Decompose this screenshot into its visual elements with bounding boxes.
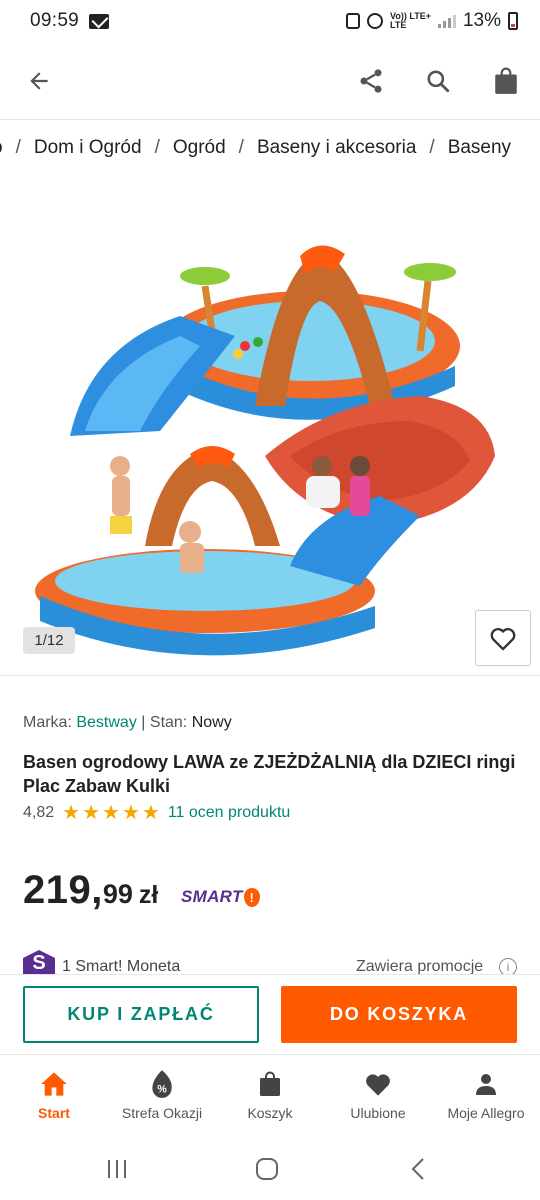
breadcrumb-item[interactable]: Ogród — [173, 137, 226, 159]
discount-icon: % — [147, 1069, 177, 1099]
smart-exclamation-icon: ! — [243, 887, 260, 907]
nav-ulubione[interactable]: Ulubione — [324, 1055, 432, 1136]
price-fraction: 99 — [102, 879, 133, 909]
info-icon[interactable]: i — [499, 958, 517, 974]
status-icons: Vo)) LTE+ LTE 13% — [346, 10, 518, 32]
brand-label: Marka: — [23, 714, 72, 731]
promotions-text[interactable]: Zawiera promocje — [356, 958, 483, 974]
add-to-cart-button[interactable]: DO KOSZYKA — [281, 986, 517, 1043]
heart-icon — [490, 627, 516, 651]
shopping-bag-icon[interactable] — [489, 64, 523, 98]
star-icon: ★ — [62, 802, 81, 824]
search-icon[interactable] — [421, 64, 455, 98]
svg-text:%: % — [157, 1084, 167, 1096]
promo-row: S 1 Smart! Moneta Zawiera promocje i — [0, 948, 540, 974]
star-icon: ★ — [102, 802, 120, 824]
product-price: 219, 99 zł — [23, 868, 158, 913]
nav-strefa-okazji[interactable]: % Strefa Okazji — [108, 1055, 216, 1136]
sim-icon — [346, 13, 361, 29]
price-main: 219, — [23, 868, 103, 912]
bag-icon — [255, 1069, 285, 1099]
breadcrumb-separator: / — [15, 137, 21, 158]
condition-value: Nowy — [191, 714, 232, 731]
status-time: 09:59 — [30, 10, 80, 31]
heart-icon — [363, 1069, 393, 1099]
breadcrumb-item[interactable]: Baseny i akcesoria — [257, 137, 416, 159]
rating-stars: ★ ★ ★ ★ ★ — [62, 803, 160, 823]
breadcrumb-item[interactable]: o — [0, 137, 3, 159]
back-button-icon[interactable] — [404, 1154, 434, 1184]
mail-notification-icon — [89, 13, 110, 29]
nav-start[interactable]: Start — [0, 1055, 108, 1136]
star-icon: ★ — [82, 802, 101, 824]
network-label-bottom: LTE — [390, 20, 407, 30]
alarm-icon — [367, 13, 384, 29]
breadcrumb: o / Dom i Ogród / Ogród / Baseny i akces… — [0, 120, 540, 176]
battery-icon — [508, 12, 518, 30]
condition-label: Stan: — [149, 714, 188, 731]
smart-moneta-text: 1 Smart! Moneta — [62, 958, 181, 974]
home-icon — [39, 1069, 69, 1099]
nav-koszyk[interactable]: Koszyk — [216, 1055, 324, 1136]
smart-moneta-icon: S — [23, 950, 55, 974]
home-button-icon[interactable] — [252, 1154, 282, 1184]
star-icon: ★ — [121, 802, 140, 824]
smart-badge: SMART ! — [181, 887, 260, 907]
nav-moje-allegro[interactable]: Moje Allegro — [432, 1055, 540, 1136]
brand-link[interactable]: Bestway — [76, 714, 136, 731]
product-image — [35, 245, 495, 656]
product-image-gallery[interactable] — [0, 176, 540, 676]
app-bar — [0, 42, 540, 120]
product-rating: 4,82 ★ ★ ★ ★ ★ 11 ocen produktu — [23, 803, 290, 823]
smart-label: SMART — [181, 887, 243, 906]
nav-label: Start — [38, 1105, 70, 1121]
breadcrumb-separator: / — [154, 137, 160, 158]
breadcrumb-separator: / — [238, 137, 244, 158]
signal-icon — [437, 14, 456, 28]
recent-apps-icon[interactable] — [102, 1154, 132, 1184]
system-navigation-bar — [0, 1136, 540, 1200]
buy-now-button[interactable]: KUP I ZAPŁAĆ — [23, 986, 259, 1043]
price-currency: zł — [138, 881, 159, 909]
product-title: Basen ogrodowy LAWA ze ZJEŻDŻALNIĄ dla D… — [23, 752, 516, 796]
nav-label: Strefa Okazji — [121, 1105, 203, 1121]
nav-label: Moje Allegro — [447, 1105, 525, 1121]
rating-count-link[interactable]: 11 ocen produktu — [168, 804, 290, 822]
star-icon: ★ — [141, 802, 160, 824]
battery-percent: 13% — [462, 10, 501, 31]
arrow-left-icon[interactable] — [22, 64, 56, 98]
nav-label: Ulubione — [350, 1105, 406, 1121]
user-icon — [471, 1069, 501, 1099]
share-icon[interactable] — [354, 64, 388, 98]
nav-label: Koszyk — [247, 1105, 293, 1121]
meta-divider: | — [141, 714, 146, 731]
breadcrumb-separator: / — [429, 137, 435, 158]
rating-value: 4,82 — [23, 804, 55, 821]
image-counter: 1/12 — [23, 627, 75, 654]
breadcrumb-item[interactable]: Dom i Ogród — [34, 137, 142, 159]
breadcrumb-item[interactable]: Baseny — [448, 137, 511, 159]
bottom-navigation: Start % Strefa Okazji Koszyk Ulubione Mo… — [0, 1054, 540, 1136]
add-to-favorites-button[interactable] — [475, 610, 531, 666]
network-type: Vo)) LTE+ LTE — [390, 12, 431, 30]
status-bar: 09:59 Vo)) LTE+ LTE 13% — [0, 0, 540, 42]
product-meta: Marka: Bestway | Stan: Nowy — [23, 714, 232, 732]
purchase-actions: KUP I ZAPŁAĆ DO KOSZYKA — [0, 974, 540, 1054]
